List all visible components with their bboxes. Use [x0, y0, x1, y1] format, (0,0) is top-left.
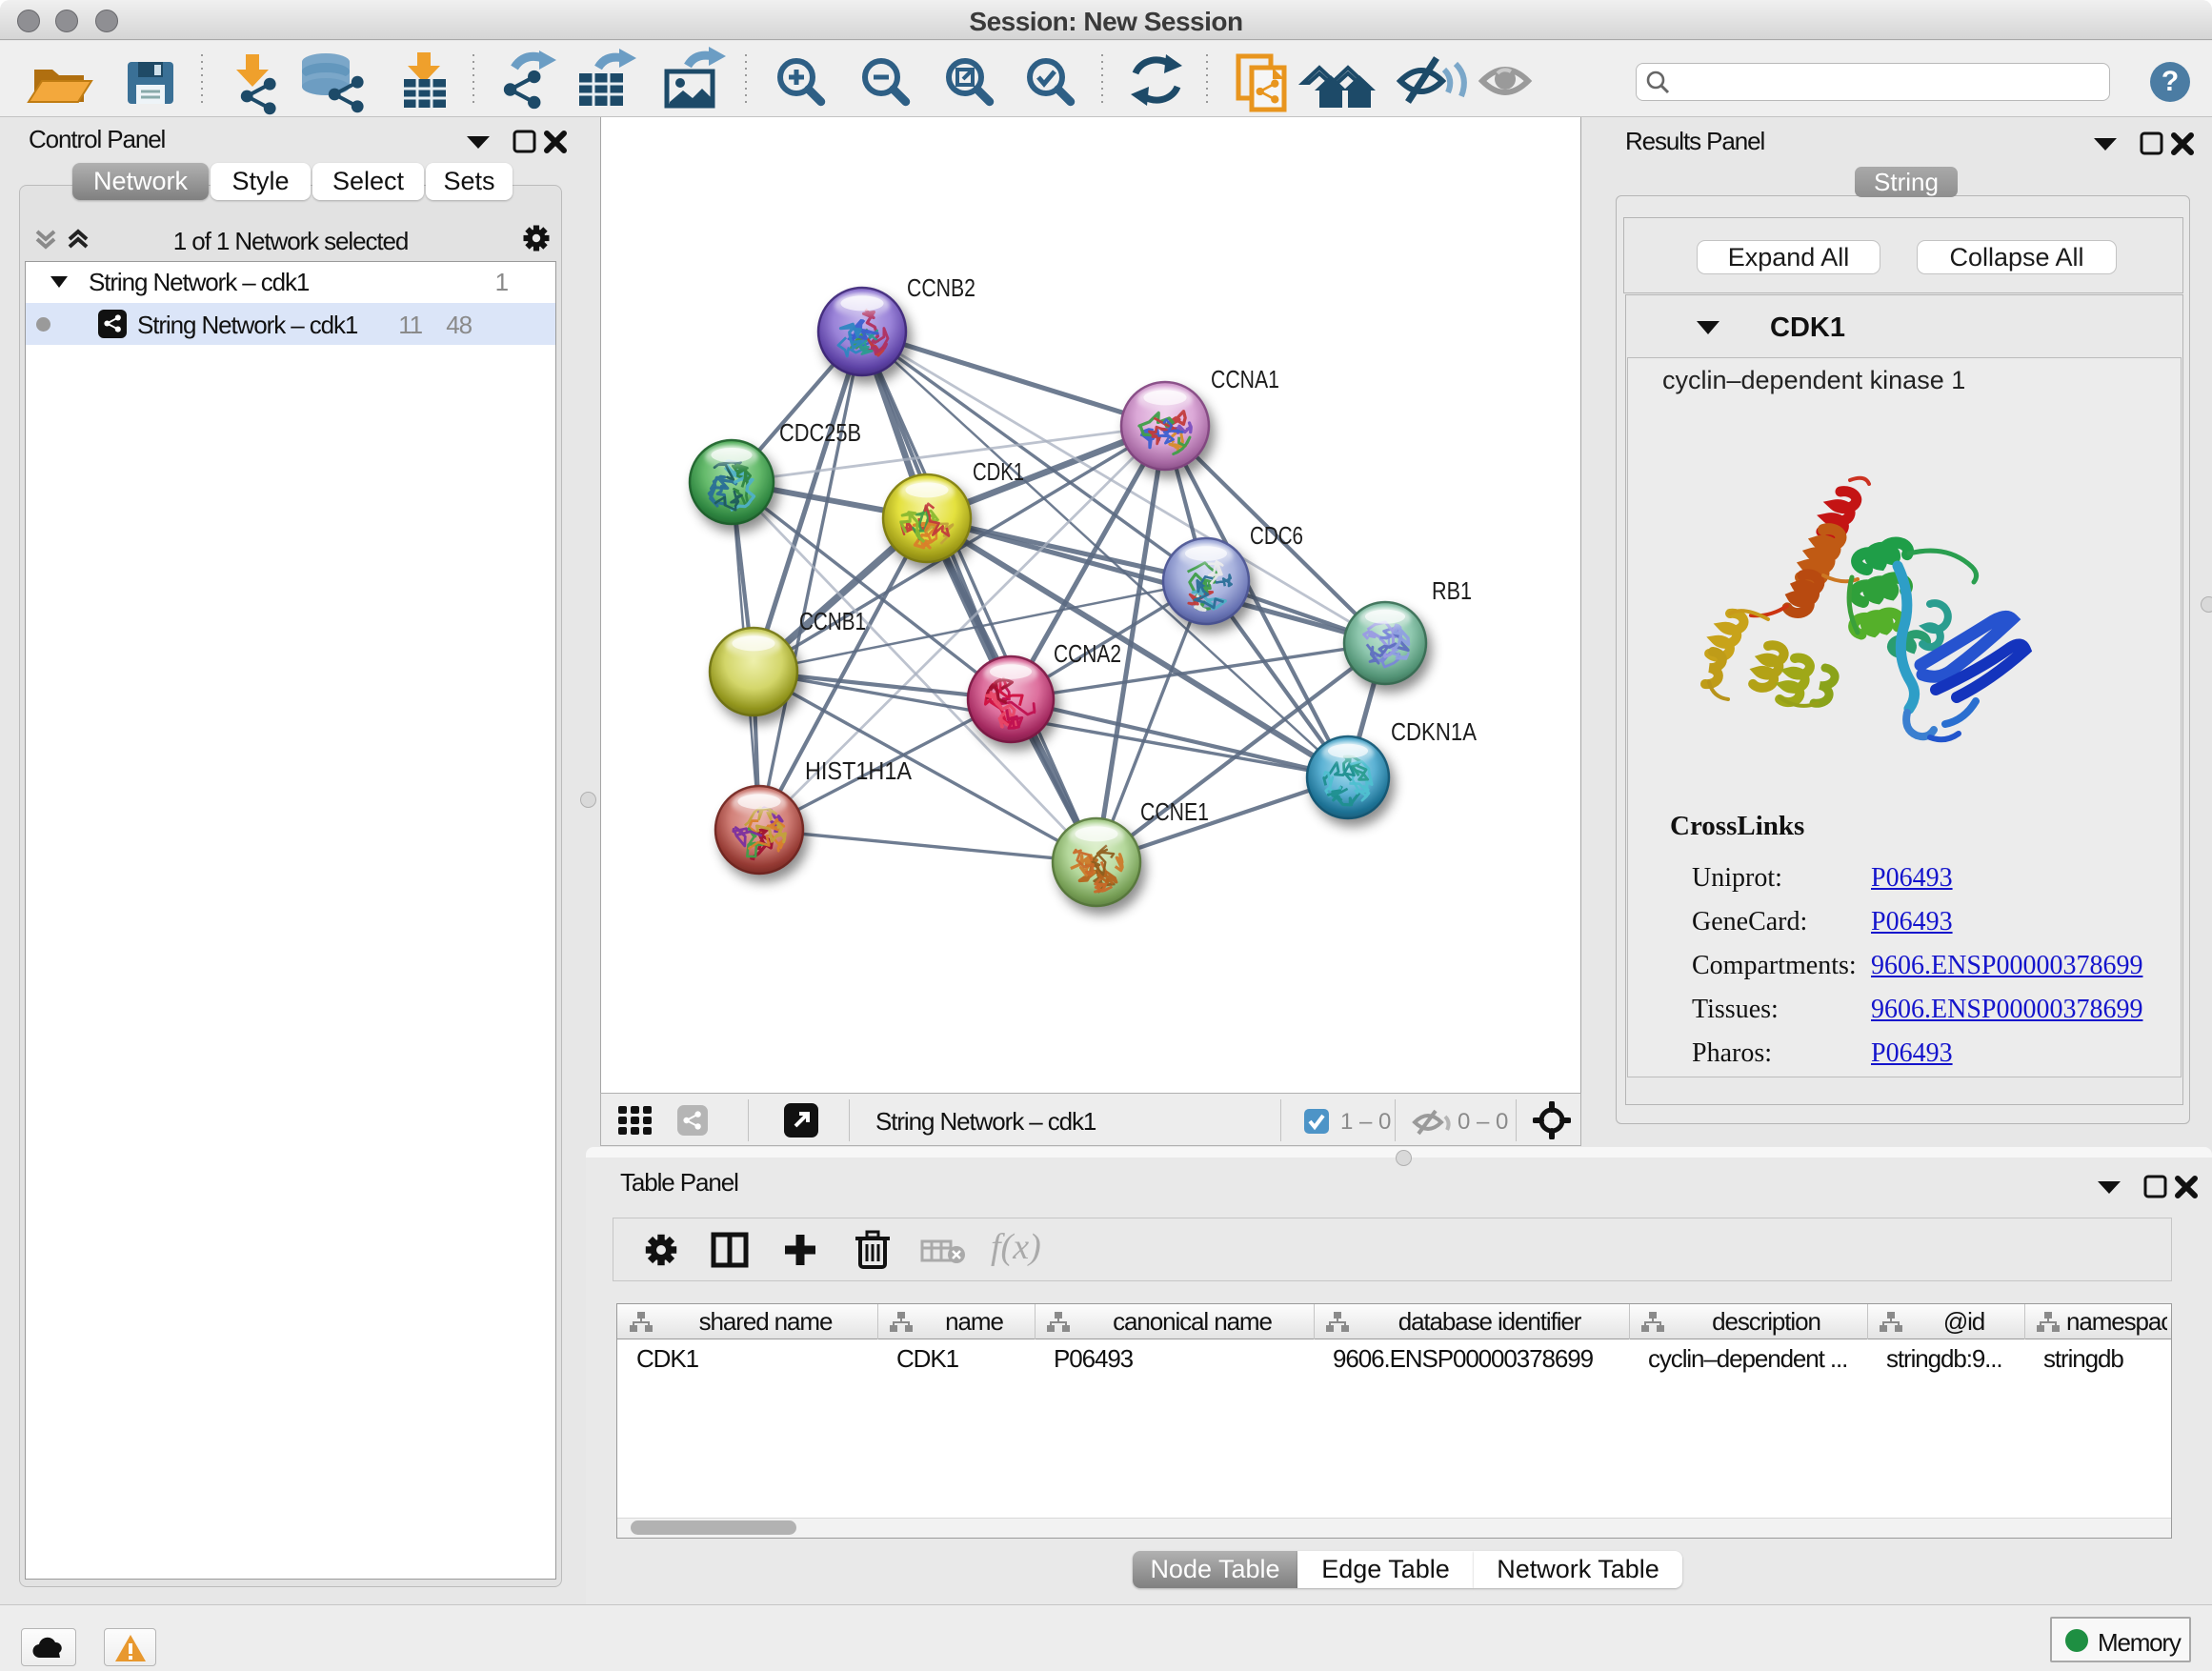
svg-text:CCNA1: CCNA1	[1211, 365, 1279, 393]
svg-text:HIST1H1A: HIST1H1A	[805, 756, 913, 785]
svg-text:RB1: RB1	[1432, 576, 1472, 605]
svg-text:CCNB1: CCNB1	[799, 607, 866, 635]
svg-text:CCNA2: CCNA2	[1054, 639, 1121, 668]
svg-text:CDKN1A: CDKN1A	[1391, 717, 1478, 746]
svg-text:CDC6: CDC6	[1250, 521, 1303, 550]
svg-text:CDK1: CDK1	[973, 457, 1024, 486]
svg-text:CDC25B: CDC25B	[779, 418, 861, 447]
svg-text:CCNE1: CCNE1	[1140, 797, 1209, 826]
svg-text:CCNB2: CCNB2	[907, 273, 975, 302]
